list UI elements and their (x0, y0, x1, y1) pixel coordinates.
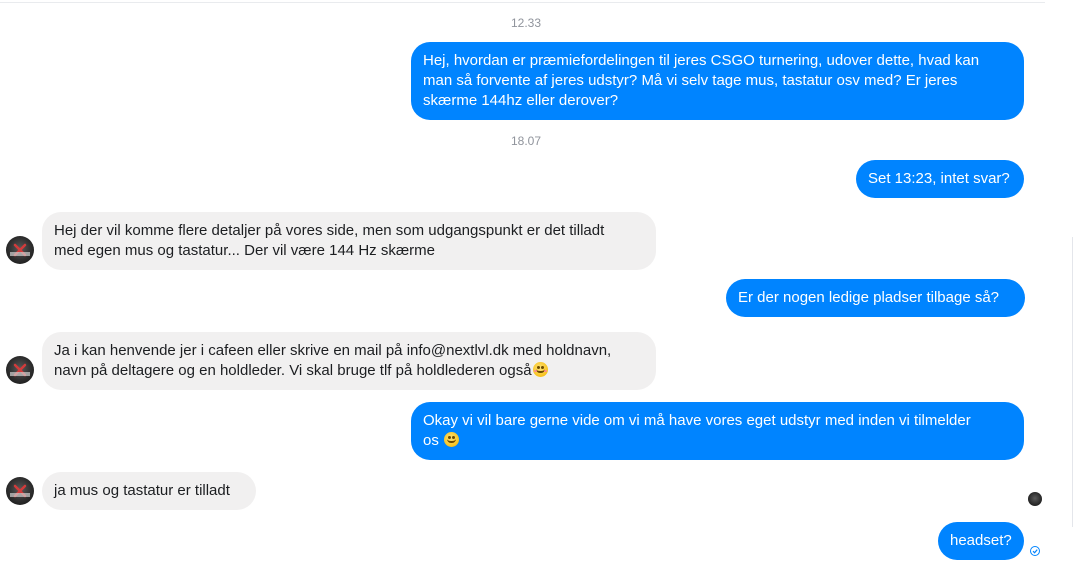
smiling-blush-emoji (532, 362, 548, 377)
message-line: med egen mus og tastatur... Der vil være… (54, 242, 435, 259)
smile-emoji (444, 432, 460, 447)
message-line: Set 13:23, intet svar? (868, 170, 1010, 187)
timestamp: 18.07 (510, 134, 542, 148)
message-line: ja mus og tastatur er tilladt (54, 482, 230, 499)
outgoing-message[interactable]: Hej, hvordan er præmiefordelingen til je… (411, 42, 1024, 120)
outgoing-message[interactable]: Set 13:23, intet svar? (856, 160, 1024, 198)
message-line: Hej der vil komme flere detaljer på vore… (54, 222, 605, 239)
incoming-message[interactable]: ja mus og tastatur er tilladt (42, 472, 256, 510)
outgoing-message[interactable]: Er der nogen ledige pladser tilbage så? (726, 279, 1025, 317)
message-line: os (423, 432, 439, 449)
incoming-message[interactable]: Hej der vil komme flere detaljer på vore… (42, 212, 656, 270)
nextlvl-logo-avatar[interactable] (6, 236, 34, 264)
message-line: headset? (950, 532, 1012, 549)
top-divider (0, 2, 1045, 3)
nextlvl-logo-avatar[interactable] (6, 356, 34, 384)
message-line: Hej, hvordan er præmiefordelingen til je… (423, 52, 980, 69)
sent-check-icon (1030, 546, 1040, 556)
message-line: Okay vi vil bare gerne vide om vi må hav… (423, 412, 971, 429)
incoming-message[interactable]: Ja i kan henvende jer i cafeen eller skr… (42, 332, 656, 390)
outgoing-message[interactable]: headset? (938, 522, 1024, 560)
message-line: skærme 144hz eller derover? (423, 92, 619, 109)
message-line: navn på deltagere og en holdleder. Vi sk… (54, 362, 532, 379)
message-line: Ja i kan henvende jer i cafeen eller skr… (54, 342, 612, 359)
nextlvl-logo-avatar[interactable] (6, 477, 34, 505)
seen-avatar-icon (1028, 492, 1042, 506)
message-line: Er der nogen ledige pladser tilbage så? (738, 289, 1000, 306)
scrollbar-track[interactable] (1072, 237, 1073, 527)
outgoing-message[interactable]: Okay vi vil bare gerne vide om vi må hav… (411, 402, 1024, 460)
message-line: man så forvente af jeres udstyr? Må vi s… (423, 72, 958, 89)
timestamp: 12.33 (510, 16, 542, 30)
